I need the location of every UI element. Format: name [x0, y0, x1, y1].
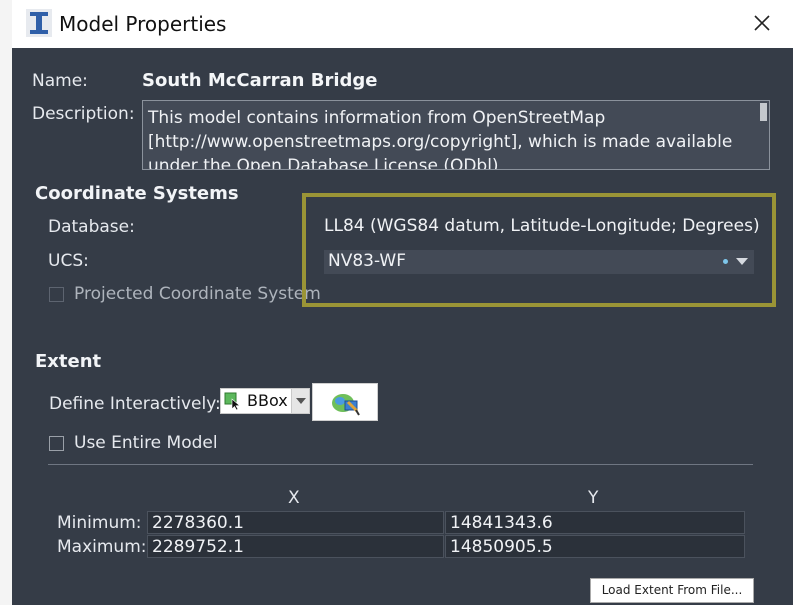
use-entire-model-checkbox[interactable] — [49, 436, 64, 451]
projected-label: Projected Coordinate System — [74, 284, 321, 304]
pick-extent-button[interactable] — [312, 383, 378, 421]
description-scrollbar[interactable] — [760, 103, 767, 121]
minimum-y-field[interactable]: 14841343.6 — [445, 511, 745, 534]
extent-heading: Extent — [35, 351, 102, 372]
maximum-y-field[interactable]: 14850905.5 — [445, 535, 745, 558]
load-extent-label: Load Extent From File... — [601, 583, 743, 597]
ucs-label: UCS: — [48, 251, 89, 271]
pick-on-map-icon — [332, 394, 360, 416]
bbox-select[interactable]: BBox — [220, 388, 310, 414]
minimum-label: Minimum: — [57, 513, 142, 533]
use-entire-model-label: Use Entire Model — [74, 433, 218, 453]
description-text: This model contains information from Ope… — [148, 108, 733, 170]
minimum-y-value: 14841343.6 — [450, 513, 553, 533]
close-icon[interactable] — [747, 8, 777, 38]
projected-checkbox[interactable] — [49, 287, 64, 302]
minimum-x-value: 2278360.1 — [152, 513, 244, 533]
divider — [48, 464, 753, 465]
column-y-header: Y — [588, 488, 599, 508]
model-properties-dialog: Model Properties Name: South McCarran Br… — [0, 0, 793, 605]
load-extent-button[interactable]: Load Extent From File... — [590, 578, 754, 603]
maximum-label: Maximum: — [57, 537, 147, 557]
database-label: Database: — [48, 217, 135, 237]
title-bar: Model Properties — [12, 0, 793, 48]
coordinate-systems-heading: Coordinate Systems — [35, 183, 239, 204]
column-x-header: X — [288, 488, 300, 508]
bbox-value: BBox — [247, 391, 288, 410]
dialog-body: Name: South McCarran Bridge Description:… — [12, 48, 793, 605]
dialog-title: Model Properties — [59, 12, 227, 36]
minimum-x-field[interactable]: 2278360.1 — [147, 511, 444, 534]
define-interactively-label: Define Interactively: — [49, 394, 221, 414]
background-edge — [0, 0, 12, 605]
highlight-box — [302, 193, 776, 307]
maximum-x-value: 2289752.1 — [152, 537, 244, 557]
maximum-y-value: 14850905.5 — [450, 537, 553, 557]
description-label: Description: — [32, 104, 135, 124]
select-cursor-icon — [224, 392, 241, 410]
i-beam-icon — [26, 9, 52, 37]
model-name: South McCarran Bridge — [142, 70, 378, 91]
maximum-x-field[interactable]: 2289752.1 — [147, 535, 444, 558]
description-field[interactable]: This model contains information from Ope… — [142, 100, 770, 170]
chevron-down-icon[interactable] — [291, 389, 309, 413]
name-label: Name: — [32, 71, 88, 91]
